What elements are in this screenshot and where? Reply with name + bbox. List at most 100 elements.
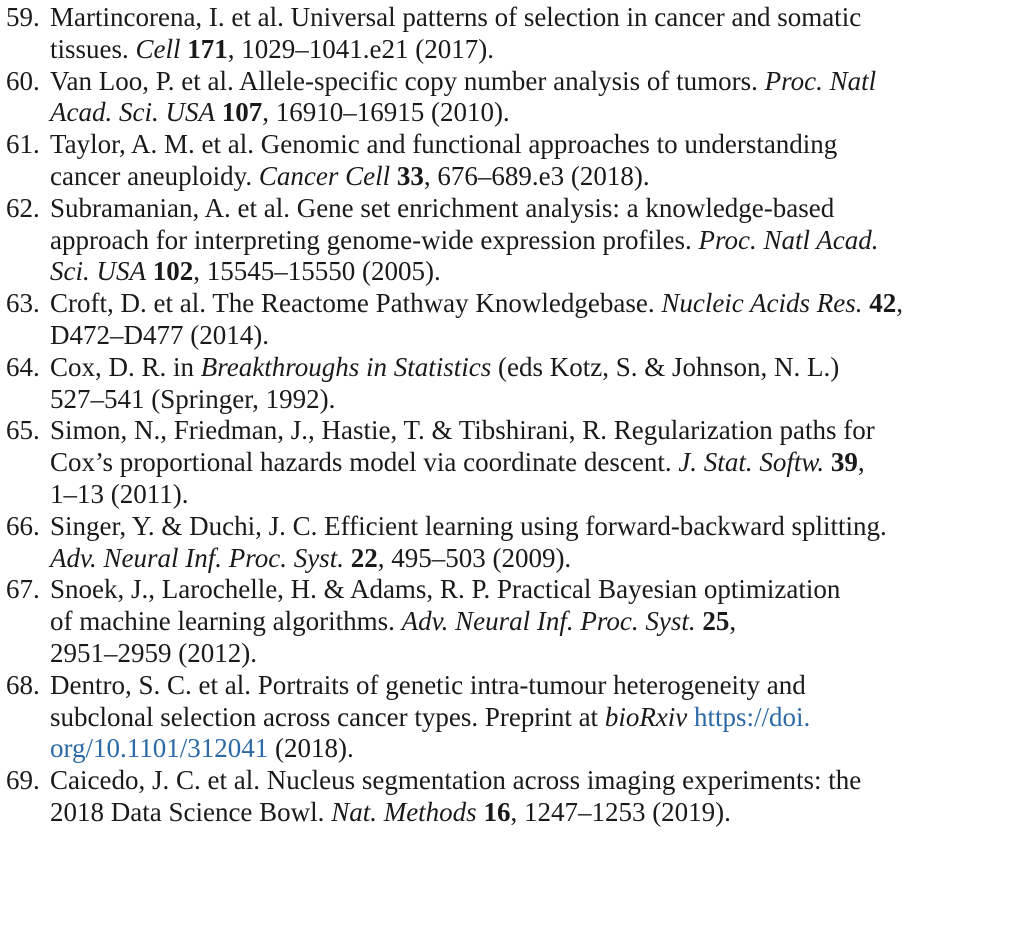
reference-line: Croft, D. et al. The Reactome Pathway Kn… (50, 288, 1022, 320)
reference-line: Martincorena, I. et al. Universal patter… (50, 2, 1022, 34)
reference-line: Snoek, J., Larochelle, H. & Adams, R. P.… (50, 574, 1022, 606)
reference-number: 68. (6, 669, 40, 700)
reference-line: subclonal selection across cancer types.… (50, 702, 1022, 734)
reference-segment: Cox’s proportional hazards model via coo… (50, 447, 679, 478)
reference-segment (344, 543, 351, 573)
reference-segment: , (729, 606, 737, 637)
reference-segment: Croft, D. et al. The Reactome Pathway Kn… (50, 288, 662, 319)
reference-text: Croft, D. et al. The Reactome Pathway Kn… (50, 288, 1022, 352)
reference-line: Acad. Sci. USA 107, 16910–16915 (2010). (50, 97, 1022, 129)
reference-line: Singer, Y. & Duchi, J. C. Efficient lear… (50, 511, 1022, 543)
italic-segment: Proc. Natl (764, 65, 877, 96)
reference-line: Cox’s proportional hazards model via coo… (50, 447, 1022, 479)
reference-number: 69. (6, 765, 40, 796)
reference-item: 60. Van Loo, P. et al. Allele-specific co… (6, 66, 1022, 130)
volume-number: 39 (830, 447, 858, 478)
reference-segment: 1–13 (2011). (50, 478, 189, 509)
reference-item: 59. Martincorena, I. et al. Universal pat… (6, 2, 1022, 66)
reference-segment: Van Loo, P. et al. Allele-specific copy … (50, 65, 765, 96)
volume-number: 16 (483, 796, 511, 827)
reference-segment: (2018). (268, 733, 354, 764)
reference-line: Van Loo, P. et al. Allele-specific copy … (50, 66, 1022, 98)
italic-segment: Cancer Cell (258, 160, 391, 191)
reference-segment: , 495–503 (2009). (377, 542, 572, 573)
reference-line: D472–D477 (2014). (50, 320, 1022, 352)
reference-segment: Martincorena, I. et al. Universal patter… (50, 2, 862, 32)
reference-segment: 2951–2959 (2012). (50, 637, 257, 668)
italic-segment: Sci. USA (50, 256, 146, 287)
reference-segment: , 15545–15550 (2005). (193, 256, 441, 287)
reference-line: Caicedo, J. C. et al. Nucleus segmentati… (50, 765, 1022, 797)
reference-text: Singer, Y. & Duchi, J. C. Efficient lear… (50, 511, 1022, 575)
reference-text: Snoek, J., Larochelle, H. & Adams, R. P.… (50, 574, 1022, 669)
reference-line: approach for interpreting genome-wide ex… (50, 225, 1022, 257)
reference-segment: 527–541 (Springer, 1992). (50, 383, 336, 414)
reference-segment: D472–D477 (2014). (50, 319, 269, 350)
italic-segment: Adv. Neural Inf. Proc. Syst. (401, 606, 696, 637)
reference-line: Sci. USA 102, 15545–15550 (2005). (50, 256, 1022, 288)
italic-segment: J. Stat. Softw. (678, 447, 825, 478)
reference-segment: , 1247–1253 (2019). (510, 796, 731, 827)
reference-line: 2018 Data Science Bowl. Nat. Methods 16,… (50, 797, 1022, 829)
reference-text: Cox, D. R. in Breakthroughs in Statistic… (50, 352, 1022, 416)
italic-segment: Adv. Neural Inf. Proc. Syst. (50, 542, 344, 573)
reference-segment: approach for interpreting genome-wide ex… (50, 224, 699, 255)
reference-segment (146, 256, 153, 286)
volume-number: 171 (187, 33, 228, 64)
reference-segment (824, 447, 831, 477)
reference-line: Taylor, A. M. et al. Genomic and functio… (50, 129, 1022, 161)
reference-line: Adv. Neural Inf. Proc. Syst. 22, 495–503… (50, 543, 1022, 575)
reference-segment: , 676–689.e3 (2018). (423, 160, 650, 191)
italic-segment: Breakthroughs in Statistics (200, 351, 492, 382)
reference-segment: , 1029–1041.e21 (2017). (227, 33, 494, 64)
italic-segment: bioRxiv (604, 701, 688, 732)
reference-number: 61. (6, 129, 40, 160)
italic-segment: Acad. Sci. USA (50, 97, 215, 128)
reference-line: of machine learning algorithms. Adv. Neu… (50, 606, 1022, 638)
reference-text: Dentro, S. C. et al. Portraits of geneti… (50, 670, 1022, 765)
reference-number: 63. (6, 288, 40, 319)
reference-segment: , (896, 288, 904, 319)
reference-number: 64. (6, 351, 40, 382)
reference-line: cancer aneuploidy. Cancer Cell 33, 676–6… (50, 161, 1022, 193)
reference-segment (390, 161, 397, 191)
reference-text: Simon, N., Friedman, J., Hastie, T. & Ti… (50, 415, 1022, 510)
reference-item: 67. Snoek, J., Larochelle, H. & Adams, R.… (6, 574, 1022, 669)
reference-number: 67. (6, 574, 40, 605)
reference-segment: 2018 Data Science Bowl. (50, 796, 332, 827)
reference-number: 65. (6, 415, 40, 446)
reference-list: 59. Martincorena, I. et al. Universal pat… (6, 2, 1022, 829)
reference-segment: Cox, D. R. in (50, 351, 201, 382)
reference-item: 62. Subramanian, A. et al. Gene set enric… (6, 193, 1022, 288)
doi-link[interactable]: org/10.1101/312041 (50, 733, 268, 763)
reference-line: Subramanian, A. et al. Gene set enrichme… (50, 193, 1022, 225)
reference-number: 60. (6, 65, 40, 96)
reference-line: Cox, D. R. in Breakthroughs in Statistic… (50, 352, 1022, 384)
reference-item: 61. Taylor, A. M. et al. Genomic and func… (6, 129, 1022, 193)
italic-segment: Cell (135, 33, 181, 64)
reference-segment: tissues. (50, 33, 136, 64)
volume-number: 42 (869, 288, 897, 319)
reference-line: Dentro, S. C. et al. Portraits of geneti… (50, 670, 1022, 702)
volume-number: 33 (396, 160, 424, 191)
reference-segment: Taylor, A. M. et al. Genomic and functio… (50, 129, 838, 160)
italic-segment: Proc. Natl Acad. (698, 224, 879, 255)
reference-item: 68. Dentro, S. C. et al. Portraits of gen… (6, 670, 1022, 765)
reference-text: Van Loo, P. et al. Allele-specific copy … (50, 66, 1022, 130)
reference-line: Simon, N., Friedman, J., Hastie, T. & Ti… (50, 415, 1022, 447)
doi-link[interactable]: https://doi. (694, 702, 810, 732)
reference-segment: subclonal selection across cancer types.… (50, 701, 605, 732)
reference-text: Taylor, A. M. et al. Genomic and functio… (50, 129, 1022, 193)
reference-text: Martincorena, I. et al. Universal patter… (50, 2, 1022, 66)
reference-text: Caicedo, J. C. et al. Nucleus segmentati… (50, 765, 1022, 829)
reference-line: org/10.1101/312041 (2018). (50, 733, 1022, 765)
reference-item: 63. Croft, D. et al. The Reactome Pathway… (6, 288, 1022, 352)
reference-segment: Simon, N., Friedman, J., Hastie, T. & Ti… (50, 415, 875, 446)
reference-number: 59. (6, 2, 40, 32)
reference-segment: Snoek, J., Larochelle, H. & Adams, R. P.… (50, 574, 841, 605)
reference-item: 69. Caicedo, J. C. et al. Nucleus segment… (6, 765, 1022, 829)
reference-segment: Dentro, S. C. et al. Portraits of geneti… (50, 669, 806, 700)
reference-segment: Caicedo, J. C. et al. Nucleus segmentati… (50, 765, 862, 796)
reference-number: 66. (6, 510, 40, 541)
reference-segment: Singer, Y. & Duchi, J. C. Efficient lear… (50, 510, 887, 541)
